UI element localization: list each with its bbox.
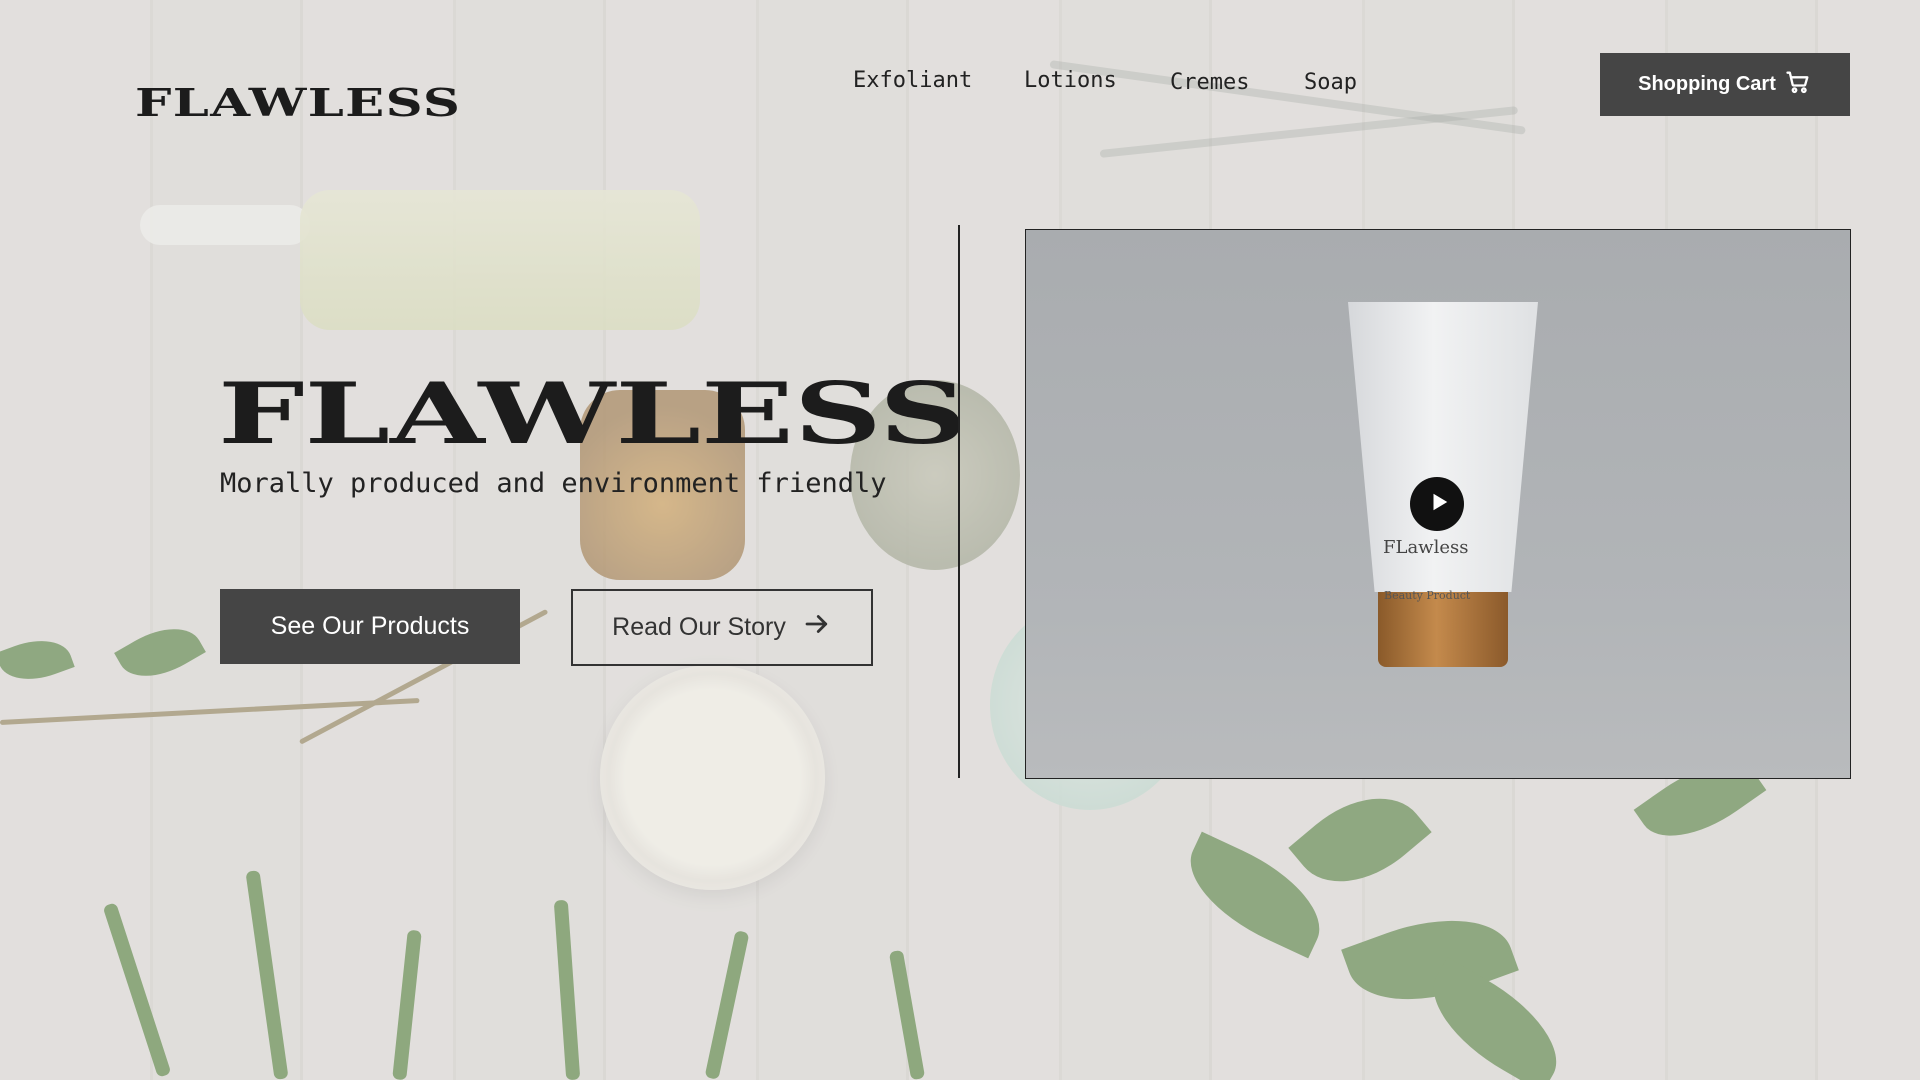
vertical-divider (958, 225, 960, 778)
see-products-button[interactable]: See Our Products (220, 589, 520, 664)
nav-item-soap[interactable]: Soap (1304, 70, 1357, 95)
read-story-label: Read Our Story (612, 613, 786, 641)
see-products-label: See Our Products (270, 612, 470, 640)
tube-cap (1378, 592, 1508, 667)
tube-subtitle-text: Beauty Product (1384, 589, 1471, 602)
tube-brand-text: FLawless (1383, 537, 1469, 558)
read-story-button[interactable]: Read Our Story (571, 589, 873, 666)
nav-item-lotions[interactable]: Lotions (1024, 68, 1117, 93)
site-logo[interactable]: FLAWLESS (135, 80, 461, 125)
hero-title: FLAWLESS (218, 364, 968, 463)
product-video[interactable]: FLawless Beauty Product (1025, 229, 1851, 779)
arrow-right-icon (802, 609, 832, 646)
play-button[interactable] (1410, 477, 1464, 531)
nav-item-cremes[interactable]: Cremes (1170, 70, 1249, 95)
shopping-cart-button[interactable]: Shopping Cart (1600, 53, 1850, 116)
shopping-cart-label: Shopping Cart (1638, 73, 1776, 95)
shopping-cart-icon (1784, 68, 1812, 102)
play-icon (1424, 491, 1450, 518)
nav-item-exfoliant[interactable]: Exfoliant (853, 68, 972, 93)
hero-subtitle: Morally produced and environment friendl… (220, 468, 887, 499)
